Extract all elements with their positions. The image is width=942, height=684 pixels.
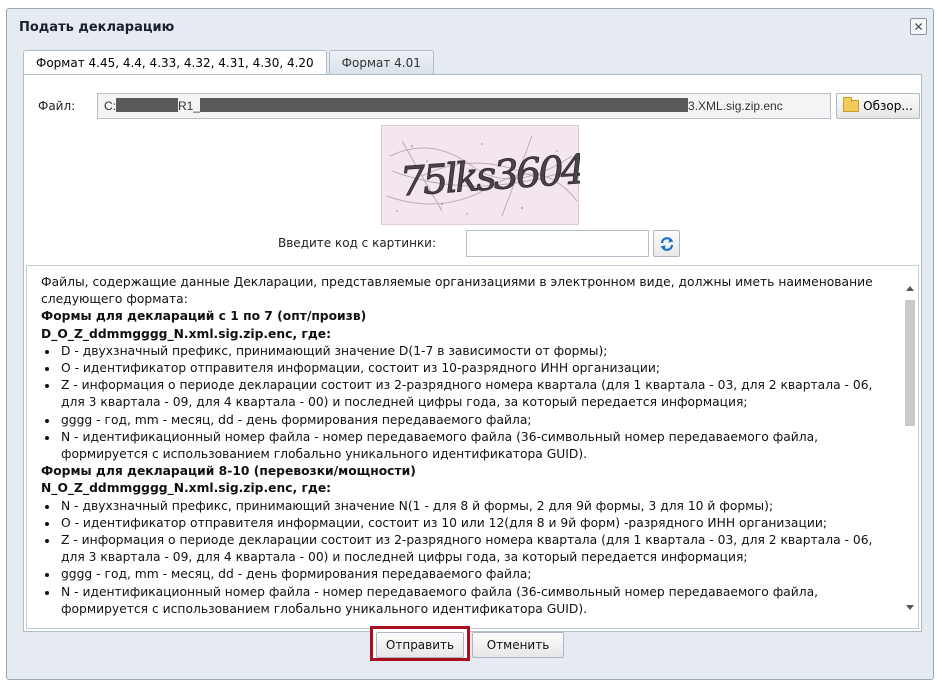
section-title: Формы для деклараций с 1 по 7 (опт/произ… xyxy=(41,309,367,324)
captcha-image: 75lks3604 xyxy=(381,125,586,225)
list-item: O - идентификатор отправителя информации… xyxy=(59,360,893,377)
list-item: gggg - год, mm - месяц, dd - день формир… xyxy=(59,412,893,429)
format-info-box[interactable]: Файлы, содержащие данные Декларации, пре… xyxy=(26,265,919,629)
cancel-button[interactable]: Отменить xyxy=(472,632,564,658)
tab-panel: Файл: C: R1_ 3.XML.sig.zip.enc Обзор... xyxy=(23,74,922,632)
browse-button[interactable]: Обзор... xyxy=(836,93,920,119)
file-path-mid: R1_ xyxy=(178,99,201,113)
list-item: D - двухзначный префикс, принимающий зна… xyxy=(59,343,893,360)
redaction-block xyxy=(116,98,178,112)
captcha-input[interactable] xyxy=(466,230,649,257)
tab-format-4-01[interactable]: Формат 4.01 xyxy=(328,50,434,74)
scroll-down-icon[interactable] xyxy=(906,605,914,610)
list-item: N - идентификационный номер файла - номе… xyxy=(59,584,893,618)
file-label: Файл: xyxy=(38,99,76,113)
file-path-field[interactable]: C: R1_ 3.XML.sig.zip.enc xyxy=(97,93,831,119)
section-pattern: N_O_Z_ddmmgggg_N.xml.sig.zip.enc, где: xyxy=(41,481,332,496)
scroll-up-icon[interactable] xyxy=(906,286,914,291)
file-path-suffix: 3.XML.sig.zip.enc xyxy=(688,99,783,113)
close-button[interactable]: ✕ xyxy=(910,18,927,35)
list-item: Z - информация о периоде декларации сост… xyxy=(59,532,893,566)
info-intro: Файлы, содержащие данные Декларации, пре… xyxy=(41,275,873,307)
list-item: Z - информация о периоде декларации сост… xyxy=(59,377,893,411)
file-path-prefix: C: xyxy=(104,99,116,113)
refresh-captcha-button[interactable] xyxy=(653,230,680,257)
section-list: D - двухзначный префикс, принимающий зна… xyxy=(41,343,893,463)
list-item: N - идентификационный номер файла - номе… xyxy=(59,429,893,463)
close-icon: ✕ xyxy=(913,19,924,34)
dialog-title: Подать декларацию xyxy=(19,19,175,35)
list-item: gggg - год, mm - месяц, dd - день формир… xyxy=(59,566,893,583)
tab-format-4-45[interactable]: Формат 4.45, 4.4, 4.33, 4.32, 4.31, 4.30… xyxy=(23,50,327,75)
dialog-titlebar: Подать декларацию xyxy=(7,9,933,45)
redaction-block xyxy=(200,98,689,112)
list-item: N - двухзначный префикс, принимающий зна… xyxy=(59,498,893,515)
tab-label: Формат 4.45, 4.4, 4.33, 4.32, 4.31, 4.30… xyxy=(36,56,314,70)
captcha-prompt-label: Введите код с картинки: xyxy=(278,236,437,250)
captcha-noise: 75lks3604 xyxy=(386,135,586,217)
section-list: N - двухзначный префикс, принимающий зна… xyxy=(41,498,893,618)
folder-icon xyxy=(843,97,860,112)
section-title: Формы для деклараций 8-10 (перевозки/мощ… xyxy=(41,464,416,479)
format-info-text: Файлы, содержащие данные Декларации, пре… xyxy=(41,274,893,618)
submit-label: Отправить xyxy=(385,638,455,652)
submit-declaration-dialog: Подать декларацию ✕ Формат 4.45, 4.4, 4.… xyxy=(6,8,934,680)
browse-label: Обзор... xyxy=(863,99,913,113)
list-item: O - идентификатор отправителя информации… xyxy=(59,515,893,532)
cancel-label: Отменить xyxy=(486,638,550,652)
tab-label: Формат 4.01 xyxy=(341,55,421,70)
refresh-icon xyxy=(660,236,673,251)
section-pattern: D_O_Z_ddmmgggg_N.xml.sig.zip.enc, где: xyxy=(41,326,332,341)
scroll-thumb[interactable] xyxy=(905,300,915,426)
submit-button[interactable]: Отправить xyxy=(376,632,464,658)
info-scrollbar[interactable] xyxy=(904,280,916,618)
captcha-code: 75lks3604 xyxy=(399,147,580,206)
format-tabs: Формат 4.45, 4.4, 4.33, 4.32, 4.31, 4.30… xyxy=(23,50,436,75)
